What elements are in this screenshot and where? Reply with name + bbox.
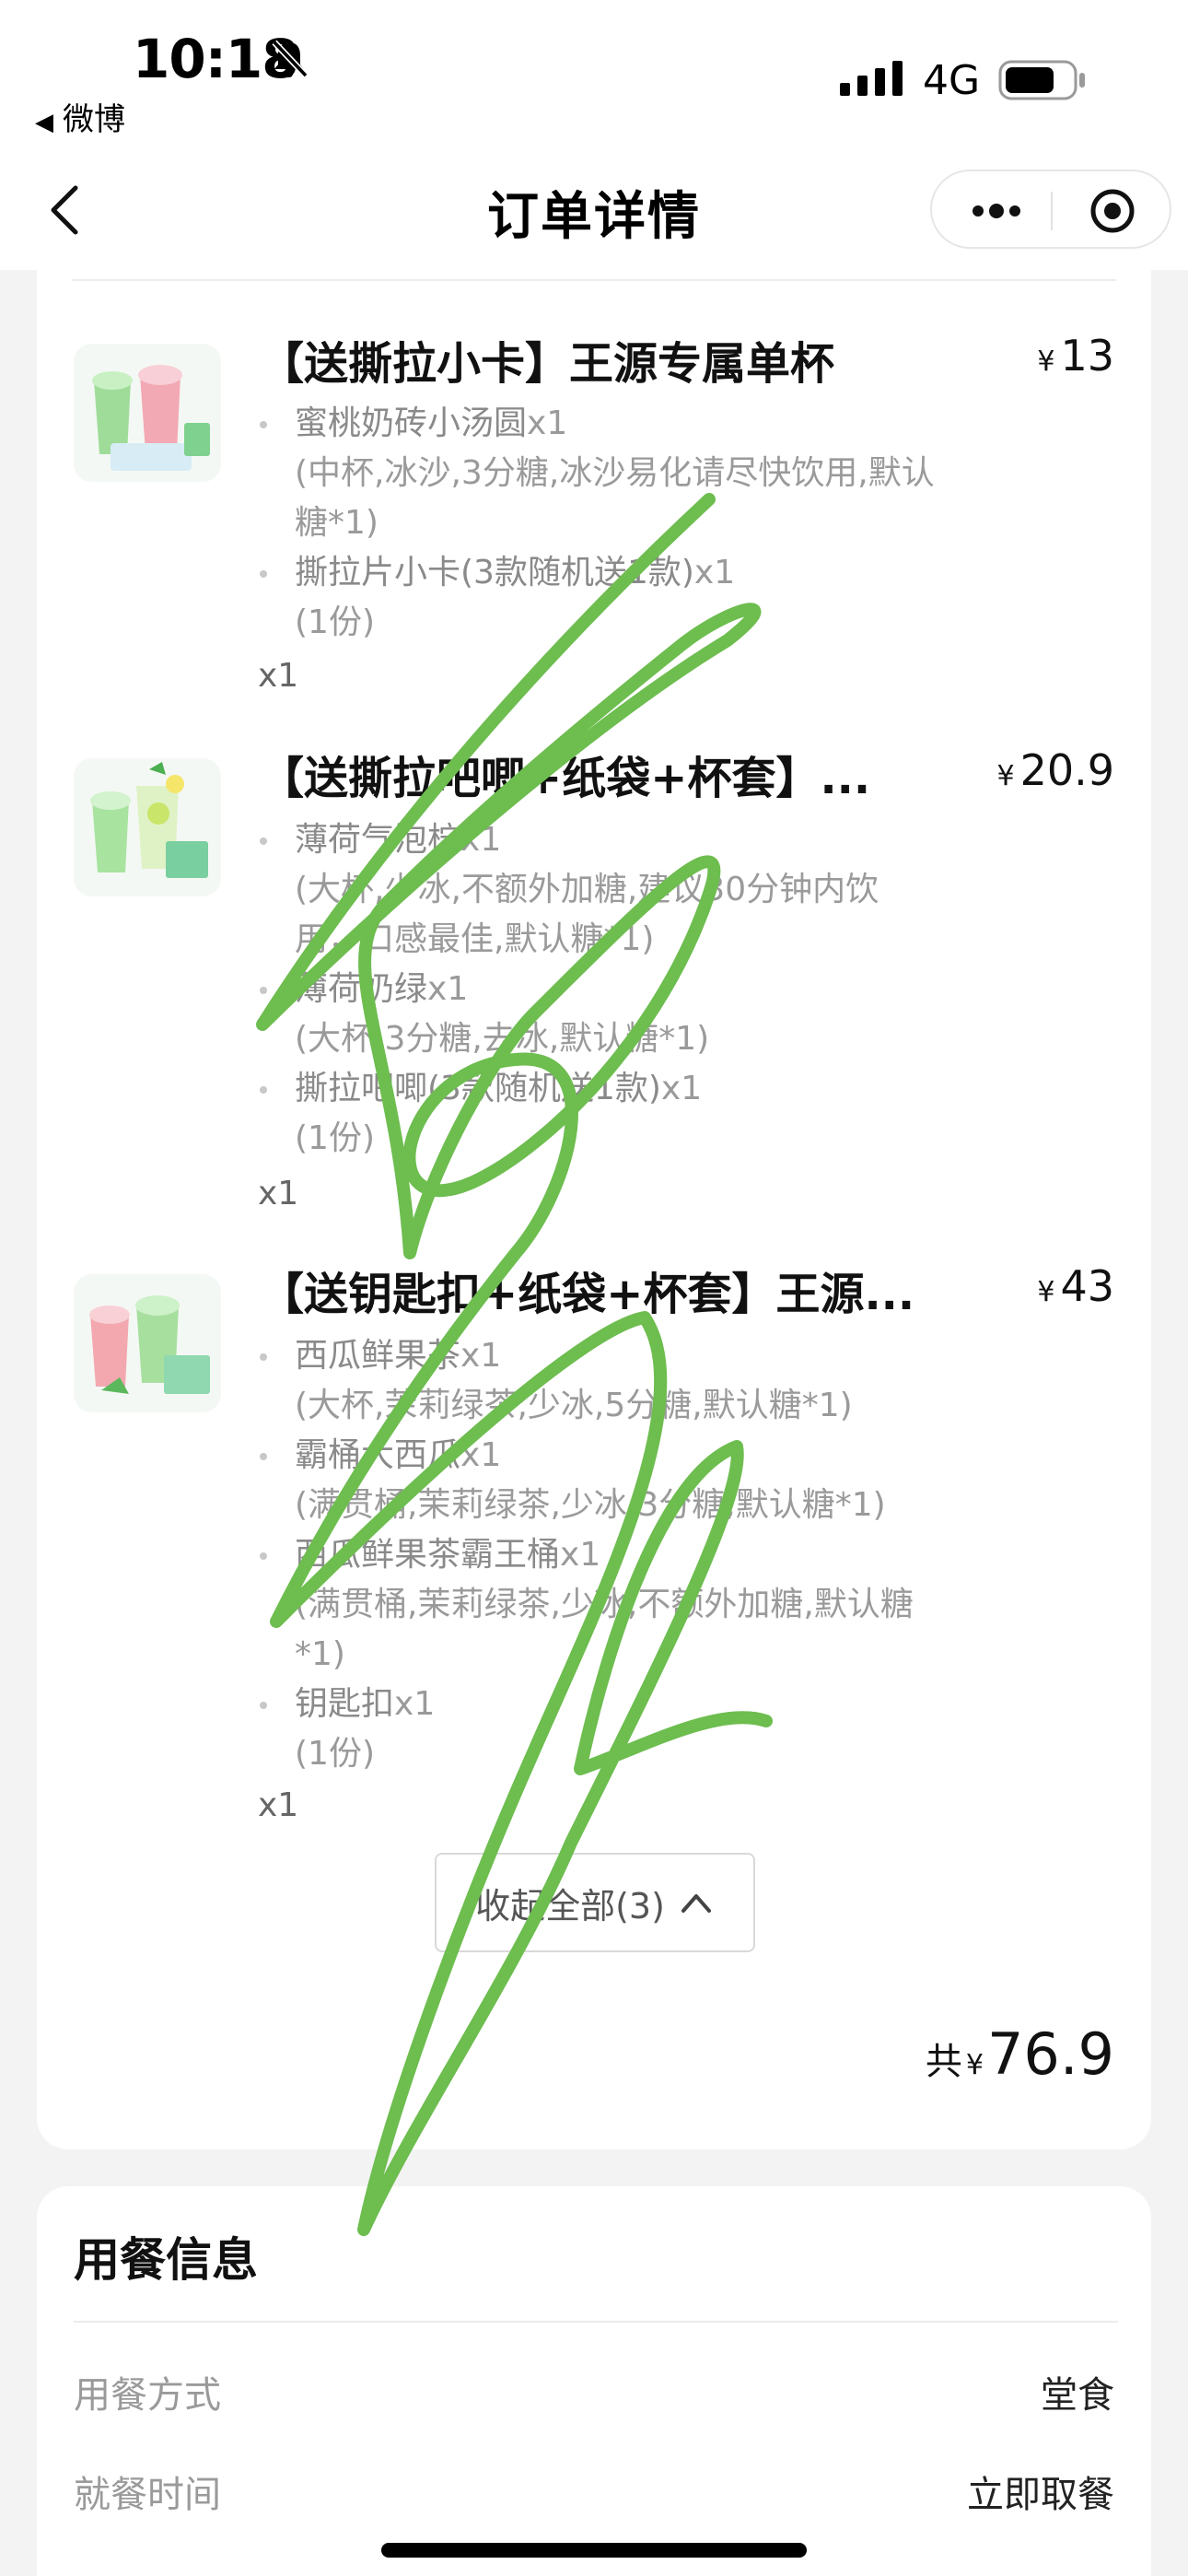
item-title: 【送撕拉吧唧+纸袋+杯套】... xyxy=(260,753,871,804)
back-to-app-link[interactable]: ◀ 微博 xyxy=(35,94,125,139)
network-type: 4G xyxy=(923,57,981,104)
order-total: 共 ¥76.9 xyxy=(926,2020,1114,2088)
sub-item: 薄荷奶绿x1 (大杯,3分糖,去冰,默认糖*1) xyxy=(260,965,995,1064)
back-app-label: 微博 xyxy=(63,101,125,138)
item-quantity: x1 xyxy=(258,657,299,695)
currency-symbol: ¥ xyxy=(965,2049,984,2081)
total-prefix: 共 xyxy=(925,2041,962,2083)
home-indicator xyxy=(381,2543,807,2558)
signal-icon xyxy=(840,61,903,96)
bullet xyxy=(260,1453,267,1460)
product-image xyxy=(74,344,221,482)
chevron-up-icon xyxy=(681,1894,711,1913)
total-amount: 76.9 xyxy=(986,2020,1114,2088)
product-image xyxy=(74,1274,221,1412)
collapse-all-label: 收起全部(3) xyxy=(475,1885,665,1926)
dining-info-card: 用餐信息 用餐方式 堂食 就餐时间 立即取餐 xyxy=(37,2186,1151,2576)
dining-time-value: 立即取餐 xyxy=(967,2474,1114,2516)
divider xyxy=(74,2321,1118,2323)
section-title: 用餐信息 xyxy=(74,2233,258,2287)
bullet xyxy=(260,1353,267,1361)
item-quantity: x1 xyxy=(258,1175,299,1212)
item-price: ¥20.9 xyxy=(996,745,1114,795)
sub-item: 撕拉片小卡(3款随机送1款)x1 (1份) xyxy=(260,548,995,648)
dining-mode-value: 堂食 xyxy=(1041,2374,1114,2417)
order-items-card: 【送撕拉小卡】王源专属单杯 ¥13 蜜桃奶砖小汤圆x1 (中杯,冰沙,3分糖,冰… xyxy=(37,270,1151,2149)
bell-slash-icon xyxy=(272,40,309,78)
sub-item: 霸桶大西瓜x1 (满贯桶,茉莉绿茶,少冰,3分糖,默认糖*1) xyxy=(260,1431,995,1530)
item-quantity: x1 xyxy=(258,1786,299,1824)
more-dots-icon[interactable] xyxy=(969,197,1024,225)
bullet xyxy=(260,570,267,578)
bullet xyxy=(260,1702,267,1709)
item-title: 【送钥匙扣+纸袋+杯套】王源... xyxy=(260,1269,915,1320)
item-price: ¥43 xyxy=(1037,1261,1114,1311)
back-triangle-icon: ◀ xyxy=(35,109,53,136)
dining-mode-label: 用餐方式 xyxy=(74,2374,221,2417)
sub-item: 钥匙扣x1 (1份) xyxy=(260,1680,995,1779)
top-bar: 10:18 ◀ 微博 4G 订单详情 xyxy=(0,0,1188,270)
product-image xyxy=(74,758,221,896)
sub-item: 蜜桃奶砖小汤圆x1 (中杯,冰沙,3分糖,冰沙易化请尽快饮用,默认 糖*1) xyxy=(260,399,995,548)
bullet xyxy=(260,837,267,845)
divider xyxy=(72,279,1116,281)
miniprogram-capsule xyxy=(930,170,1171,249)
dining-time-label: 就餐时间 xyxy=(74,2474,221,2516)
item-price: ¥13 xyxy=(1037,331,1114,381)
sub-item: 西瓜鲜果茶x1 (大杯,茉莉绿茶,少冰,5分糖,默认糖*1) xyxy=(260,1331,995,1431)
target-icon[interactable] xyxy=(1089,187,1136,235)
bullet xyxy=(260,1086,267,1094)
item-title: 【送撕拉小卡】王源专属单杯 xyxy=(260,338,835,390)
sub-item: 西瓜鲜果茶霸王桶x1 (满贯桶,茉莉绿茶,少冰,不额外加糖,默认糖 *1) xyxy=(260,1530,995,1680)
battery-icon xyxy=(998,60,1085,100)
bullet xyxy=(260,421,267,428)
collapse-all-button[interactable]: 收起全部(3) xyxy=(435,1853,755,1952)
sub-item: 薄荷气泡柠x1 (大杯,少冰,不额外加糖,建议30分钟内饮 用，口感最佳,默认糖… xyxy=(260,815,995,965)
capsule-divider xyxy=(1051,192,1053,230)
sub-item: 撕拉吧唧(3款随机送1款)x1 (1份) xyxy=(260,1064,995,1164)
bullet xyxy=(260,1552,267,1560)
bullet xyxy=(260,987,267,994)
